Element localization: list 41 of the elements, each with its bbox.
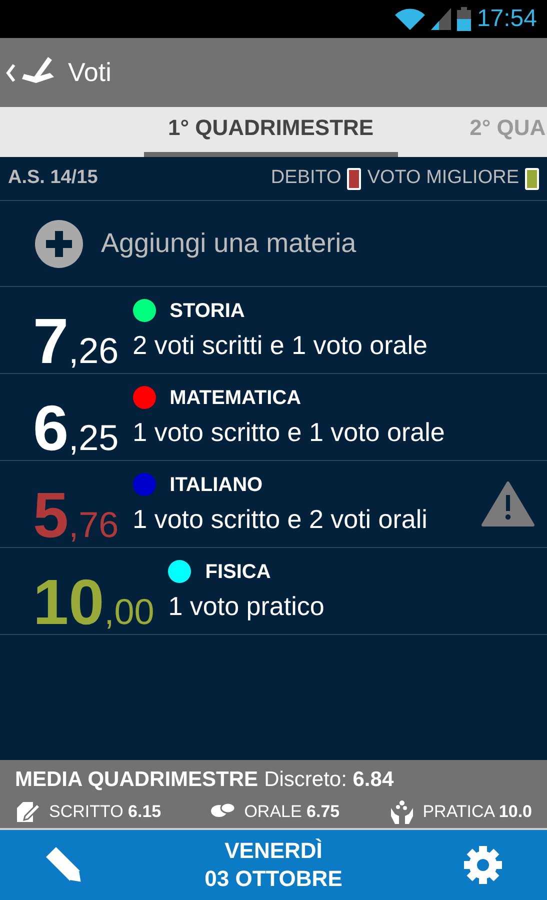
average-title: MEDIA QUADRIMESTRE xyxy=(15,766,258,792)
subject-name: FISICA xyxy=(205,560,271,584)
average-rating: Discreto: 6.84 xyxy=(264,766,394,792)
subject-row[interactable]: 7,26 STORIA 2 voti scritti e 1 voto orale xyxy=(0,287,547,374)
grade-summary: 1 voto pratico xyxy=(168,590,326,622)
plus-icon xyxy=(35,220,83,268)
day-label: VENERDÌ xyxy=(224,837,322,865)
clock: 17:54 xyxy=(476,4,537,34)
page-pencil-icon xyxy=(15,800,41,824)
subject-row[interactable]: 10,00 FISICA 1 voto pratico xyxy=(0,548,547,635)
date-label: 03 OTTOBRE xyxy=(204,865,342,893)
subject-name: MATEMATICA xyxy=(170,386,302,410)
grade-summary: 2 voti scritti e 1 voto orale xyxy=(132,328,428,362)
screen-title: Voti xyxy=(68,56,112,89)
average-stat: ORALE 6.75 xyxy=(244,801,340,823)
signal-icon xyxy=(430,8,451,30)
grade-summary: 1 voto scritto e 2 voti orali xyxy=(132,502,428,536)
settings-icon xyxy=(463,845,503,885)
tab[interactable]: 1° QUADRIMESTRE xyxy=(144,111,398,157)
average-stat: SCRITTO 6.15 xyxy=(49,801,162,823)
school-year: A.S. 14/15 xyxy=(8,166,98,190)
legend-label: DEBITO xyxy=(270,166,342,190)
average-stat: PRATICA 10.0 xyxy=(422,801,532,823)
subject-row[interactable]: 5,76 ITALIANO 1 voto scritto e 2 voti orali xyxy=(0,461,547,548)
grade: 10,00 xyxy=(33,574,154,630)
back-icon xyxy=(6,64,16,82)
edit-button[interactable] xyxy=(44,845,84,885)
legend-label: VOTO MIGLIORE xyxy=(367,166,519,190)
hands-icon xyxy=(388,800,415,824)
subject-row[interactable]: 6,25 MATEMATICA 1 voto scritto e 1 voto orale xyxy=(0,374,547,461)
battery-icon xyxy=(456,7,471,31)
wifi-icon xyxy=(394,8,425,30)
subject-name: STORIA xyxy=(170,298,245,324)
grade: 7,26 xyxy=(33,313,119,369)
pencil-icon xyxy=(44,845,84,885)
settings-button[interactable] xyxy=(463,845,503,885)
grade: 6,25 xyxy=(33,400,119,456)
grade-summary: 1 voto scritto e 1 voto orale xyxy=(132,416,446,448)
grade: 5,76 xyxy=(33,487,119,543)
add-subject-button[interactable]: Aggiungi una materia xyxy=(0,201,547,287)
subject-name: ITALIANO xyxy=(170,472,263,498)
